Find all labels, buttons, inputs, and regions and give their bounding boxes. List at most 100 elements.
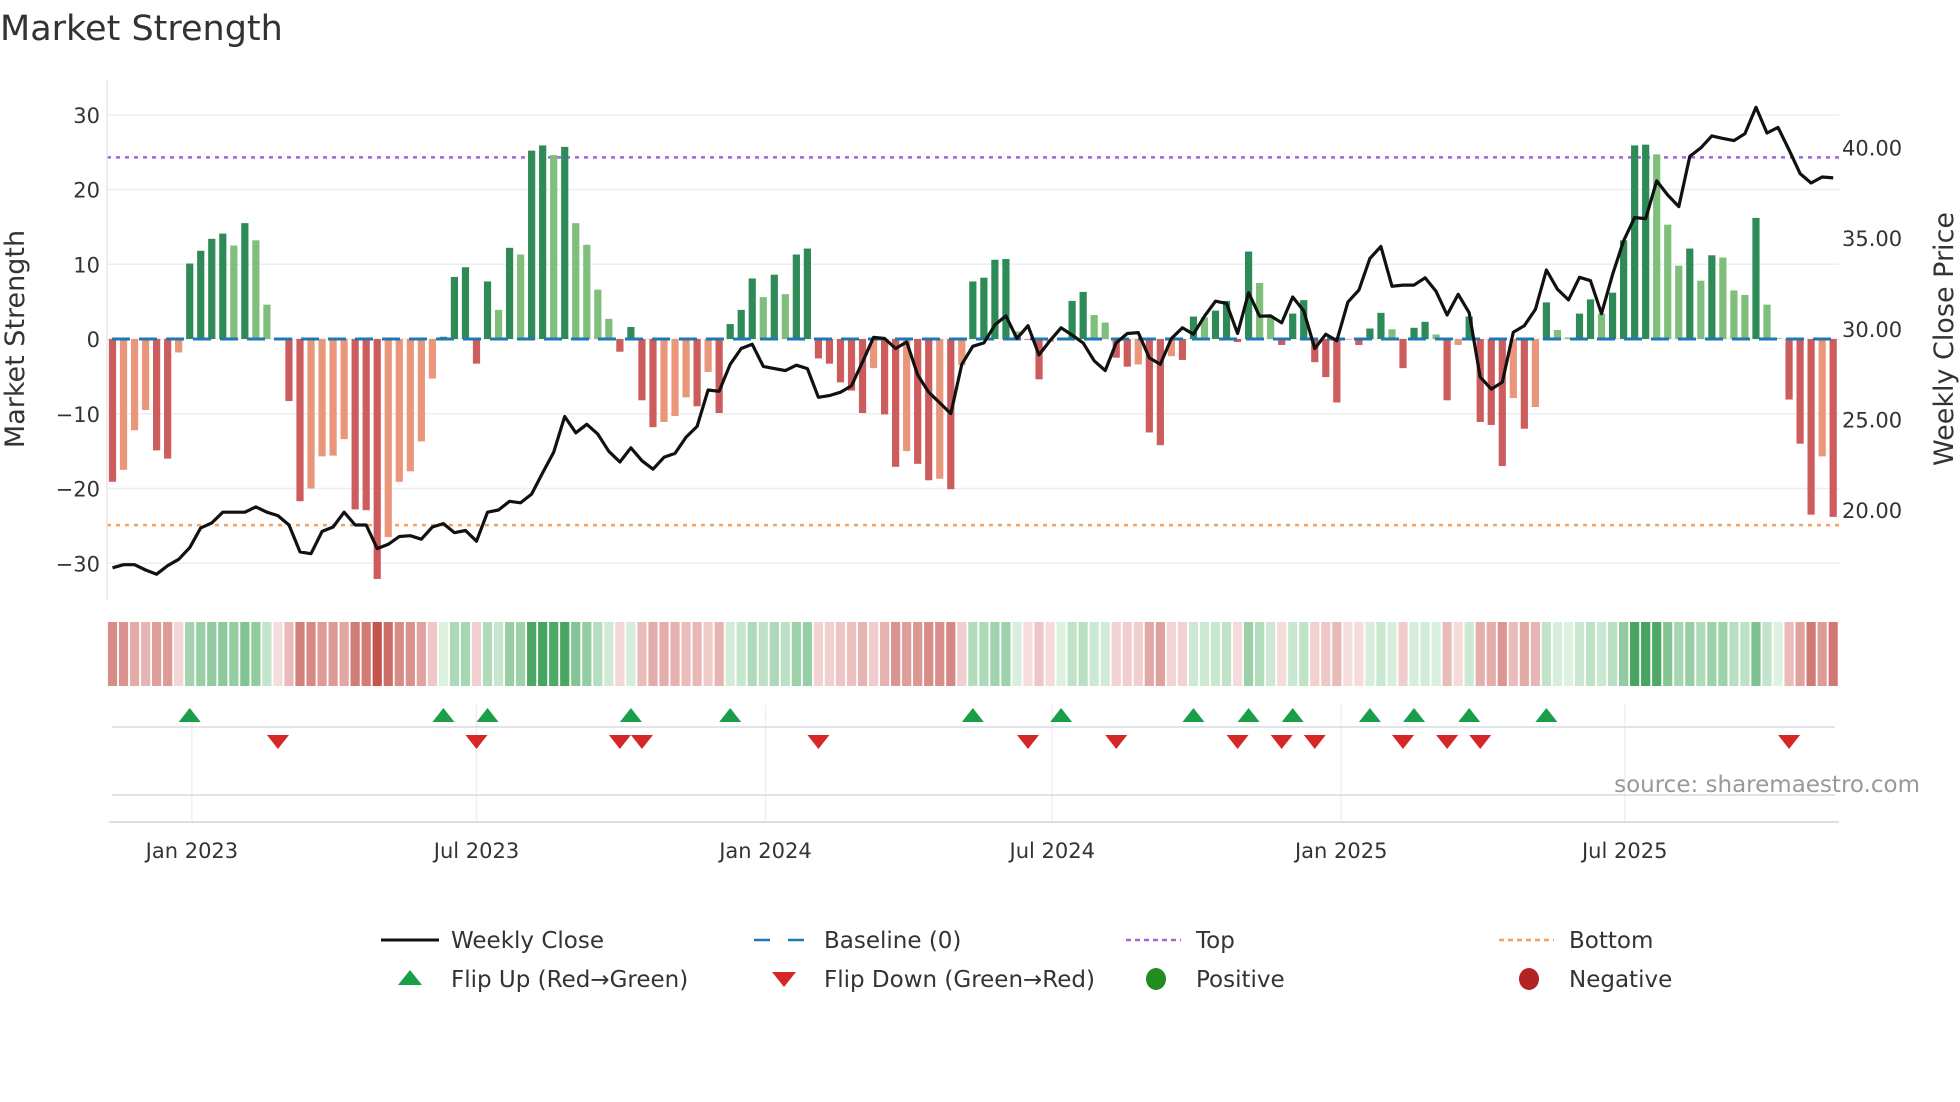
strength-bar	[1002, 259, 1010, 339]
x-tick-label: Jan 2023	[144, 839, 239, 863]
strength-bar	[340, 339, 348, 440]
strength-bar	[781, 294, 789, 339]
strength-bar	[130, 339, 139, 431]
heatmap-cell	[758, 622, 768, 686]
heatmap-cell	[1310, 622, 1320, 686]
heatmap-cell	[1365, 622, 1375, 686]
flip-down-marker	[1469, 735, 1492, 749]
heatmap-cell	[350, 622, 360, 686]
strength-bar	[616, 339, 624, 352]
flip-down-marker	[1016, 735, 1039, 749]
strength-bar	[583, 244, 591, 339]
strength-bar	[108, 339, 117, 482]
heatmap-cell	[1221, 622, 1232, 686]
strength-bar	[1178, 339, 1187, 360]
strength-bar	[1642, 144, 1650, 339]
strength-bar	[1741, 294, 1749, 339]
heatmap-cell	[174, 622, 184, 686]
legend-flip-down-icon	[772, 972, 796, 987]
heatmap-cell	[1784, 622, 1794, 686]
strength-bar	[1211, 310, 1220, 339]
strength-bar	[627, 327, 635, 339]
strength-bar	[914, 339, 922, 464]
heatmap-cell	[1067, 622, 1077, 686]
flip-up-marker	[1535, 708, 1558, 722]
y2-axis-title: Weekly Close Price	[1929, 212, 1960, 466]
heatmap-cell	[615, 622, 625, 686]
flip-down-marker	[1270, 735, 1293, 749]
heatmap-cell	[1630, 622, 1640, 686]
heatmap-cell	[427, 622, 437, 686]
strength-bar	[1785, 339, 1793, 400]
strength-bar	[296, 339, 304, 502]
heatmap-cell	[824, 622, 835, 686]
flip-up-marker	[1281, 708, 1304, 722]
heatmap-cell	[604, 622, 614, 686]
strength-bar	[1267, 317, 1275, 339]
strength-bar	[1807, 339, 1815, 515]
legend-label: Top	[1195, 928, 1235, 954]
heatmap-cell	[1001, 622, 1011, 686]
legend-label: Positive	[1196, 967, 1285, 993]
heatmap-cell	[284, 622, 294, 686]
heatmap-cell	[1762, 622, 1772, 686]
flip-up-marker	[1182, 708, 1205, 722]
flip-down-marker	[1303, 735, 1326, 749]
flip-down-marker	[630, 735, 653, 749]
heatmap-cell	[1641, 622, 1651, 686]
heatmap-cell	[1475, 622, 1485, 686]
heatmap-cell	[1277, 622, 1287, 686]
heatmap-cell	[1155, 622, 1165, 686]
heatmap-cell	[1431, 622, 1441, 686]
weekly-close-line	[112, 105, 1834, 576]
heatmap-cell	[1552, 622, 1563, 686]
heatmap-cell	[1299, 622, 1309, 686]
heatmap-cell	[240, 622, 250, 686]
heatmap-cell	[1188, 622, 1199, 686]
strength-bar	[836, 339, 845, 383]
heatmap-cell	[835, 622, 846, 686]
heatmap-cell	[648, 622, 658, 686]
heatmap-cell	[416, 622, 426, 686]
heatmap-cell	[129, 622, 140, 686]
strength-bar	[903, 339, 911, 452]
strength-bar	[285, 339, 293, 402]
heatmap-cell	[1122, 622, 1132, 686]
strength-bar	[1575, 313, 1584, 339]
strength-bar	[715, 339, 723, 414]
strength-bar	[1079, 291, 1087, 339]
flip-down-marker	[1105, 735, 1128, 749]
heatmap-cell	[251, 622, 261, 686]
x-tick-label: Jan 2024	[717, 839, 812, 863]
heatmap-cell	[306, 622, 316, 686]
heatmap-cell	[593, 622, 603, 686]
strength-bar	[1322, 339, 1330, 378]
heatmap-cell	[1652, 622, 1662, 686]
strength-bar	[1410, 327, 1418, 339]
strength-bar	[1531, 339, 1539, 408]
heatmap-cell	[1519, 622, 1529, 686]
heatmap-cell	[482, 622, 493, 686]
heatmap-cell	[1497, 622, 1507, 686]
strength-bar	[219, 233, 227, 339]
strength-bar	[1443, 339, 1451, 401]
heatmap-cell	[769, 622, 779, 686]
heatmap-cell	[152, 622, 162, 686]
strength-bar	[1697, 280, 1705, 339]
y-axis-title: Market Strength	[0, 230, 31, 448]
heatmap-cell	[1596, 622, 1607, 686]
heatmap-cell	[1343, 622, 1353, 686]
heatmap-cell	[1332, 622, 1342, 686]
heatmap-cell	[394, 622, 404, 686]
heatmap-cell	[1817, 622, 1827, 686]
heatmap-cell	[527, 622, 537, 686]
heatmap-cell	[780, 622, 790, 686]
heatmap-cell	[990, 622, 1000, 686]
heatmap-cell	[1166, 622, 1176, 686]
strength-bar	[318, 339, 326, 457]
strength-bar	[770, 274, 778, 339]
heatmap-cell	[1751, 622, 1761, 686]
flip-up-marker	[1050, 708, 1073, 722]
flip-down-marker	[807, 735, 830, 749]
heatmap-cell	[1111, 622, 1121, 686]
